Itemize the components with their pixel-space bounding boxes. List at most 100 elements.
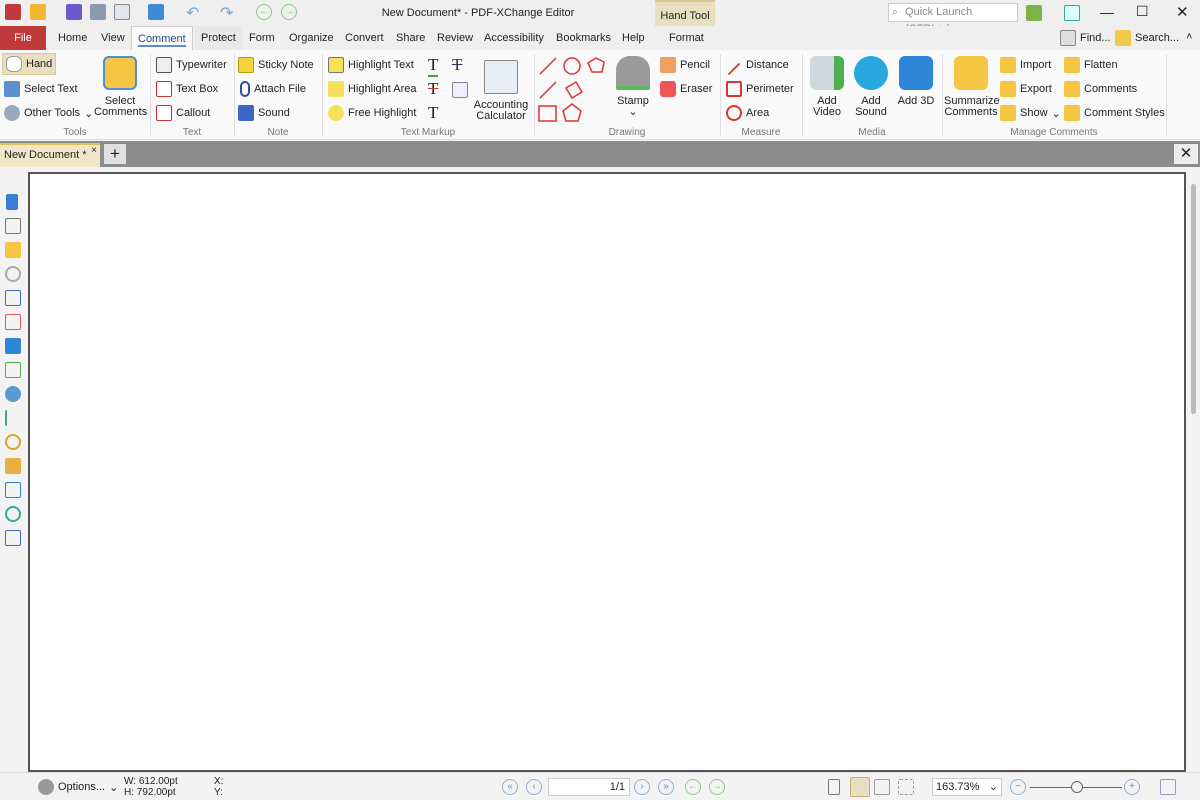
sound-button[interactable]: Sound xyxy=(238,102,290,124)
arrow-tool-icon[interactable] xyxy=(539,81,557,99)
quick-launch-input[interactable]: ⌕ Quick Launch (CTRL+.) xyxy=(888,3,1018,35)
reading-order-icon[interactable] xyxy=(5,530,21,546)
close-document-button[interactable]: ✕ xyxy=(1174,144,1198,164)
accounting-calculator-button[interactable]: Accounting Calculator xyxy=(472,60,530,122)
add-sound-button[interactable]: Add Sound xyxy=(850,56,892,118)
polyline-tool-icon[interactable] xyxy=(564,80,584,100)
options-button[interactable]: Options... ⌄ xyxy=(38,776,118,798)
attachments-icon[interactable] xyxy=(5,266,21,282)
close-tab-icon[interactable]: × xyxy=(91,145,97,156)
comments-panel-icon[interactable] xyxy=(5,242,21,258)
tab-format[interactable]: Format xyxy=(663,26,709,50)
minimize-button[interactable]: — xyxy=(1100,4,1114,20)
insert-text-icon[interactable]: T xyxy=(428,103,438,123)
settings-icon[interactable] xyxy=(1026,5,1042,21)
tab-accessibility[interactable]: Accessibility xyxy=(478,26,550,50)
single-page-icon[interactable] xyxy=(828,779,840,795)
other-tools-button[interactable]: Other Tools ⌄ xyxy=(4,102,93,124)
perimeter-button[interactable]: Perimeter xyxy=(726,78,794,100)
document-tab[interactable]: New Document * × xyxy=(0,143,100,167)
maximize-button[interactable]: ☐ xyxy=(1136,3,1149,20)
zoom-in-button[interactable]: + xyxy=(1124,779,1140,795)
highlight-area-button[interactable]: Highlight Area xyxy=(328,78,417,100)
accessibility-icon[interactable] xyxy=(5,506,21,522)
tab-share[interactable]: Share xyxy=(390,26,431,50)
tab-form[interactable]: Form xyxy=(243,26,281,50)
tab-bookmarks[interactable]: Bookmarks xyxy=(550,26,617,50)
line-tool-icon[interactable] xyxy=(539,57,557,75)
page-number-input[interactable]: 1/1 xyxy=(548,778,630,796)
continuous-page-icon[interactable] xyxy=(850,777,870,797)
links-icon[interactable] xyxy=(5,434,21,450)
close-button[interactable]: ✕ xyxy=(1176,3,1189,21)
content-icon[interactable] xyxy=(5,362,21,378)
tab-review[interactable]: Review xyxy=(431,26,479,50)
facing-pages-icon[interactable] xyxy=(874,779,890,795)
tab-home[interactable]: Home xyxy=(52,26,93,50)
show-button[interactable]: Show ⌄ xyxy=(1000,102,1061,124)
structure-icon[interactable] xyxy=(5,410,21,426)
document-page[interactable] xyxy=(28,172,1186,772)
zoom-select[interactable]: 163.73% ⌄ xyxy=(932,778,1002,796)
layers-icon[interactable] xyxy=(5,338,21,354)
strikeout-text-icon[interactable]: T xyxy=(428,79,438,99)
sticky-note-button[interactable]: Sticky Note xyxy=(238,54,314,76)
fullscreen-icon[interactable] xyxy=(1064,5,1080,21)
polygon-tool-icon[interactable] xyxy=(587,57,605,73)
tab-file[interactable]: File xyxy=(0,26,46,50)
last-page-button[interactable]: » xyxy=(658,779,674,795)
fields-icon[interactable] xyxy=(5,482,21,498)
import-button[interactable]: Import xyxy=(1000,54,1051,76)
tab-comment[interactable]: Comment xyxy=(131,26,193,50)
zoom-out-button[interactable]: − xyxy=(1010,779,1026,795)
previous-page-button[interactable]: ‹ xyxy=(526,779,542,795)
callout-button[interactable]: Callout xyxy=(156,102,210,124)
area-button[interactable]: Area xyxy=(726,102,769,124)
search-button[interactable]: Search... xyxy=(1115,27,1179,49)
find-button[interactable]: Find... xyxy=(1060,27,1111,49)
free-highlight-button[interactable]: Free Highlight xyxy=(328,102,416,124)
zoom-slider-thumb[interactable] xyxy=(1071,781,1083,793)
add-video-button[interactable]: Add Video xyxy=(806,56,848,118)
new-tab-button[interactable]: + xyxy=(104,144,126,164)
attach-file-button[interactable]: Attach File xyxy=(240,78,306,100)
next-page-button[interactable]: › xyxy=(634,779,650,795)
add-3d-button[interactable]: Add 3D xyxy=(895,56,937,107)
text-box-button[interactable]: Text Box xyxy=(156,78,218,100)
rectangle-tool-icon[interactable] xyxy=(538,105,557,122)
replace-text-icon[interactable]: T xyxy=(452,55,462,75)
next-view-button[interactable]: → xyxy=(709,779,725,795)
first-page-button[interactable]: « xyxy=(502,779,518,795)
select-comments-button[interactable]: Select Comments xyxy=(94,56,147,118)
highlight-text-button[interactable]: Highlight Text xyxy=(328,54,414,76)
comments-button[interactable]: Comments xyxy=(1064,78,1137,100)
view-options-icon[interactable] xyxy=(1160,779,1176,795)
scrollbar-thumb[interactable] xyxy=(1191,184,1196,414)
pencil-button[interactable]: Pencil xyxy=(660,54,710,76)
properties-icon[interactable] xyxy=(5,386,21,402)
eraser-button[interactable]: Eraser xyxy=(660,78,712,100)
tab-view[interactable]: View xyxy=(95,26,131,50)
export-button[interactable]: Export xyxy=(1000,78,1052,100)
tab-convert[interactable]: Convert xyxy=(339,26,390,50)
vertical-scrollbar[interactable] xyxy=(1188,172,1200,772)
text-markup-options-icon[interactable] xyxy=(452,82,468,98)
pages-icon[interactable] xyxy=(5,218,21,234)
hand-tool-button[interactable]: Hand xyxy=(2,53,57,75)
previous-view-button[interactable]: ← xyxy=(685,779,701,795)
typewriter-button[interactable]: Typewriter xyxy=(156,54,227,76)
destinations-icon[interactable] xyxy=(5,290,21,306)
pentagon-tool-icon[interactable] xyxy=(562,103,582,122)
bookmarks-icon[interactable] xyxy=(6,194,18,210)
tab-help[interactable]: Help xyxy=(616,26,651,50)
comment-styles-button[interactable]: Comment Styles xyxy=(1064,102,1165,124)
distance-button[interactable]: Distance xyxy=(726,54,789,76)
summarize-comments-button[interactable]: Summarize Comments xyxy=(944,56,1000,118)
continuous-facing-icon[interactable] xyxy=(898,779,914,795)
signatures-icon[interactable] xyxy=(5,314,21,330)
tags-icon[interactable] xyxy=(5,458,21,474)
flatten-button[interactable]: Flatten xyxy=(1064,54,1118,76)
oval-tool-icon[interactable] xyxy=(563,57,581,75)
select-text-button[interactable]: Select Text xyxy=(4,78,78,100)
stamp-button[interactable]: Stamp ⌄ xyxy=(612,56,654,118)
